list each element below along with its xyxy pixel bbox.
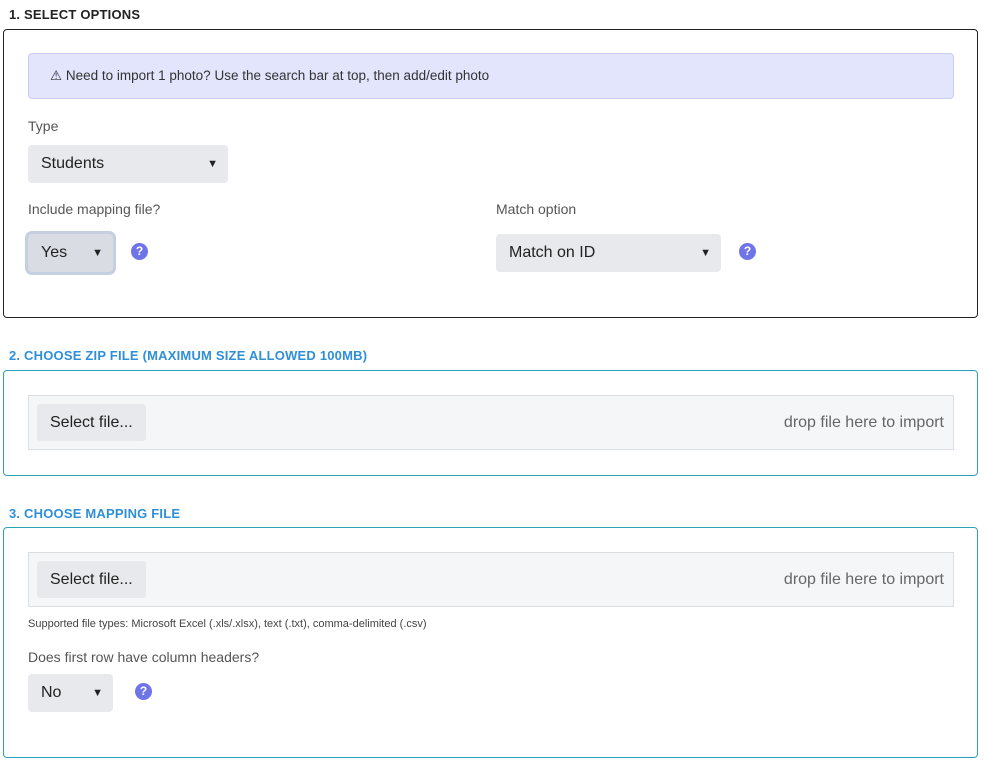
column-headers-label: Does first row have column headers? [28, 649, 260, 665]
match-option-label: Match option [496, 201, 577, 217]
import-tip-alert: ⚠ Need to import 1 photo? Use the search… [28, 53, 954, 99]
zip-drop-text: drop file here to import [783, 414, 944, 431]
type-select[interactable]: Students ▼ [28, 145, 228, 183]
mapping-help-icon[interactable]: ? [131, 243, 148, 260]
zip-select-file-button[interactable]: Select file... [37, 404, 146, 441]
match-option-select-value: Match on ID [509, 244, 596, 261]
mapping-dropzone[interactable]: Select file... drop file here to import [28, 552, 954, 607]
chevron-down-icon: ▼ [92, 687, 103, 699]
section-1-title: 1. SELECT OPTIONS [9, 7, 141, 22]
chevron-down-icon: ▼ [700, 247, 711, 259]
chevron-down-icon: ▼ [92, 247, 103, 259]
mapping-file-label: Include mapping file? [28, 201, 161, 217]
mapping-file-select[interactable]: Yes ▼ [28, 234, 113, 272]
headers-help-icon[interactable]: ? [135, 683, 152, 700]
mapping-file-select-value: Yes [41, 244, 68, 261]
zip-dropzone[interactable]: Select file... drop file here to import [28, 395, 954, 450]
supported-file-types: Supported file types: Microsoft Excel (.… [28, 618, 427, 630]
chevron-down-icon: ▼ [207, 158, 218, 170]
section-3-title: 3. CHOOSE MAPPING FILE [9, 506, 181, 521]
column-headers-select[interactable]: No ▼ [28, 674, 113, 712]
type-label: Type [28, 118, 59, 134]
mapping-drop-text: drop file here to import [783, 571, 944, 588]
match-help-icon[interactable]: ? [739, 243, 756, 260]
match-option-select[interactable]: Match on ID ▼ [496, 234, 721, 272]
section-2-title: 2. CHOOSE ZIP FILE (MAXIMUM SIZE ALLOWED… [9, 348, 368, 363]
column-headers-select-value: No [41, 684, 62, 701]
type-select-value: Students [41, 155, 105, 172]
mapping-select-file-button[interactable]: Select file... [37, 561, 146, 598]
